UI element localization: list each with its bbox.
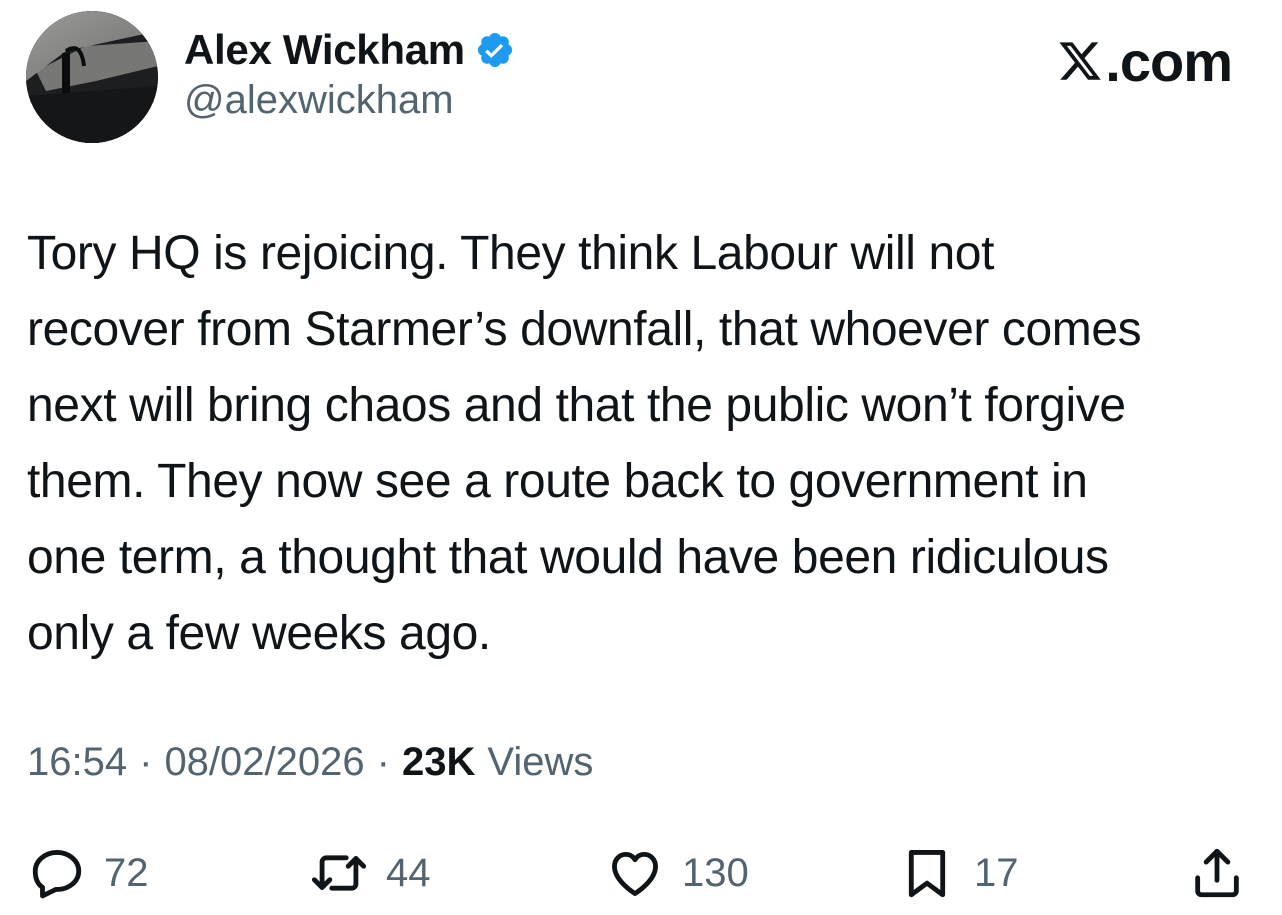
repost-count: 44 (386, 850, 431, 895)
bookmark-button[interactable]: 17 (898, 838, 1019, 908)
tweet-date[interactable]: 08/02/2026 (164, 740, 364, 785)
x-com-brand: .com (1057, 26, 1233, 96)
tweet-text: Tory HQ is rejoicing. They think Labour … (27, 227, 1142, 660)
like-button[interactable]: 130 (606, 838, 749, 908)
reply-icon (32, 850, 82, 899)
avatar-image (26, 11, 158, 143)
site-domain-label: .com (1105, 29, 1233, 93)
action-bar: 72 44 130 17 (0, 838, 1282, 908)
tweet-time[interactable]: 16:54 (27, 740, 127, 785)
share-button[interactable] (1188, 838, 1246, 908)
bookmark-icon (908, 850, 946, 898)
reply-button[interactable]: 72 (28, 838, 149, 908)
author-name-row: Alex Wickham (184, 25, 515, 75)
verified-badge-icon[interactable] (475, 30, 515, 70)
tweet-meta: 16:54 · 08/02/2026 · 23K Views (27, 740, 593, 785)
heart-icon (612, 851, 658, 896)
meta-separator: · (376, 740, 390, 784)
repost-button[interactable]: 44 (310, 838, 431, 908)
x-logo-icon (1059, 42, 1102, 80)
views-label[interactable]: Views (487, 740, 593, 785)
author-handle[interactable]: @alexwickham (184, 78, 454, 123)
repost-icon (311, 855, 367, 891)
share-icon (1195, 848, 1239, 898)
views-count[interactable]: 23K (402, 740, 475, 785)
bookmark-count: 17 (974, 850, 1019, 895)
reply-count: 72 (104, 850, 149, 895)
author-display-name[interactable]: Alex Wickham (184, 26, 465, 74)
meta-separator: · (139, 740, 153, 784)
like-count: 130 (682, 850, 749, 895)
avatar[interactable] (26, 11, 158, 143)
